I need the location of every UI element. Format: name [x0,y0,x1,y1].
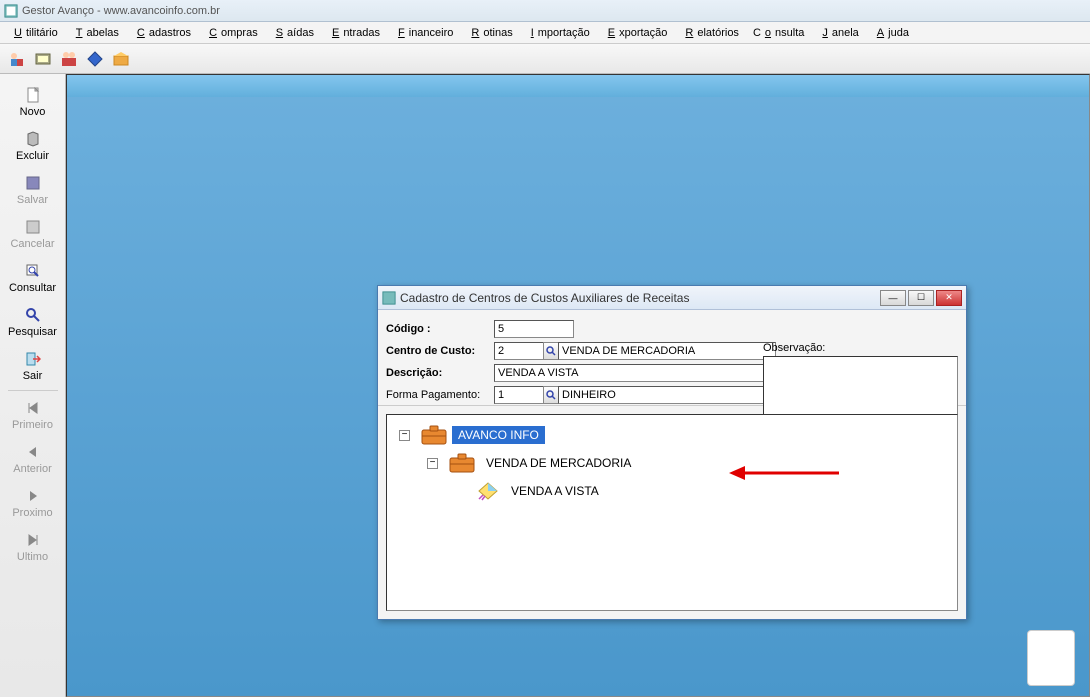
input-forma-num[interactable] [494,386,544,404]
menu-item-saídas[interactable]: Saídas [268,25,318,41]
tree-view[interactable]: − AVANCO INFO − VENDA DE MERCADORIA VEND… [386,414,958,611]
sidebar-salvar: Salvar [3,168,63,212]
input-centro-num[interactable] [494,342,544,360]
label-codigo: Código : [386,323,494,335]
minimize-button[interactable]: — [880,290,906,306]
left-sidebar: Novo Excluir Salvar Cancelar Consultar Pesqui… [0,74,66,697]
lookup-forma-button[interactable] [543,386,559,404]
next-icon [3,487,63,505]
input-forma-desc[interactable] [558,386,776,404]
menu-item-utilitário[interactable]: Utilitário [6,25,62,41]
sidebar-pesquisar[interactable]: Pesquisar [3,300,63,344]
menu-item-compras[interactable]: Compras [201,25,262,41]
form-area: Código : Centro de Custo: Descrição: [378,310,966,406]
magnifier-icon [546,346,556,356]
menu-item-janela[interactable]: Janela [814,25,862,41]
sidebar-label: Consultar [3,282,63,294]
last-icon [3,531,63,549]
toolbar-btn-3[interactable] [58,48,80,70]
sidebar-proximo: Proximo [3,481,63,525]
tree-leaf-row[interactable]: VENDA A VISTA [393,477,951,505]
sidebar-sair[interactable]: Sair [3,344,63,388]
input-descricao[interactable] [494,364,779,382]
sidebar-label: Ultimo [3,551,63,563]
label-centro: Centro de Custo: [386,345,494,357]
menubar: Utilitário Tabelas Cadastros Compras Saídas E… [0,22,1090,44]
tree-collapse-child[interactable]: − [427,458,438,469]
magnifier-icon [546,390,556,400]
child-window-icon [382,291,396,305]
label-forma: Forma Pagamento: [386,389,494,401]
menu-item-cadastros[interactable]: Cadastros [129,25,195,41]
menu-item-importação[interactable]: Importação [523,25,594,41]
maximize-button[interactable]: ☐ [908,290,934,306]
first-icon [3,399,63,417]
zoom-icon [3,262,63,280]
prev-icon [3,443,63,461]
close-button[interactable]: ✕ [936,290,962,306]
menu-item-relatórios[interactable]: Relatórios [677,25,743,41]
sidebar-anterior: Anterior [3,437,63,481]
tree-root-row[interactable]: − AVANCO INFO [393,421,951,449]
toolbar-btn-5[interactable] [110,48,132,70]
briefcase-icon [448,452,476,474]
briefcase-icon [420,424,448,446]
input-codigo[interactable] [494,320,574,338]
toolbar-btn-2[interactable] [32,48,54,70]
app-icon [4,4,18,18]
exit-icon [3,350,63,368]
sidebar-excluir[interactable]: Excluir [3,124,63,168]
tree-leaf-label[interactable]: VENDA A VISTA [505,482,605,500]
main-titlebar: Gestor Avanço - www.avancoinfo.com.br [0,0,1090,22]
mdi-area: Cadastro de Centros de Custos Auxiliares… [66,74,1090,697]
save-icon [3,174,63,192]
sidebar-label: Sair [3,370,63,382]
app-title: Gestor Avanço - www.avancoinfo.com.br [22,5,220,17]
file-icon [3,86,63,104]
menu-item-tabelas[interactable]: Tabelas [68,25,123,41]
menu-item-entradas[interactable]: Entradas [324,25,384,41]
sidebar-novo[interactable]: Novo [3,80,63,124]
label-observacao: Observação: [763,342,958,354]
sidebar-label: Novo [3,106,63,118]
child-titlebar[interactable]: Cadastro de Centros de Custos Auxiliares… [378,286,966,310]
top-toolbar [0,44,1090,74]
delete-icon [3,130,63,148]
sidebar-consultar[interactable]: Consultar [3,256,63,300]
sidebar-label: Pesquisar [3,326,63,338]
menu-item-consulta[interactable]: Consulta [749,25,808,41]
lookup-centro-button[interactable] [543,342,559,360]
sidebar-ultimo: Ultimo [3,525,63,569]
menu-item-financeiro[interactable]: Financeiro [390,25,457,41]
tree-child-row[interactable]: − VENDA DE MERCADORIA [393,449,951,477]
toolbar-btn-4[interactable] [84,48,106,70]
sidebar-label: Anterior [3,463,63,475]
sidebar-separator [8,390,58,391]
child-window-title: Cadastro de Centros de Custos Auxiliares… [400,291,880,305]
menu-item-ajuda[interactable]: Ajuda [869,25,913,41]
menu-item-rotinas[interactable]: Rotinas [463,25,516,41]
cancel-icon [3,218,63,236]
tree-collapse-root[interactable]: − [399,430,410,441]
menu-item-exportação[interactable]: Exportação [600,25,672,41]
input-centro-desc[interactable] [558,342,776,360]
toolbar-btn-1[interactable] [6,48,28,70]
textarea-observacao[interactable] [763,356,958,418]
sidebar-label: Proximo [3,507,63,519]
diamond-icon [477,481,499,501]
label-descricao: Descrição: [386,367,494,379]
tree-root-label[interactable]: AVANCO INFO [452,426,545,444]
sidebar-primeiro: Primeiro [3,393,63,437]
search-icon [3,306,63,324]
child-window-cadastro: Cadastro de Centros de Custos Auxiliares… [377,285,967,620]
sidebar-label: Salvar [3,194,63,206]
sidebar-label: Excluir [3,150,63,162]
sidebar-label: Cancelar [3,238,63,250]
brand-watermark [1027,630,1075,686]
sidebar-label: Primeiro [3,419,63,431]
sidebar-cancelar: Cancelar [3,212,63,256]
tree-child-label[interactable]: VENDA DE MERCADORIA [480,454,637,472]
